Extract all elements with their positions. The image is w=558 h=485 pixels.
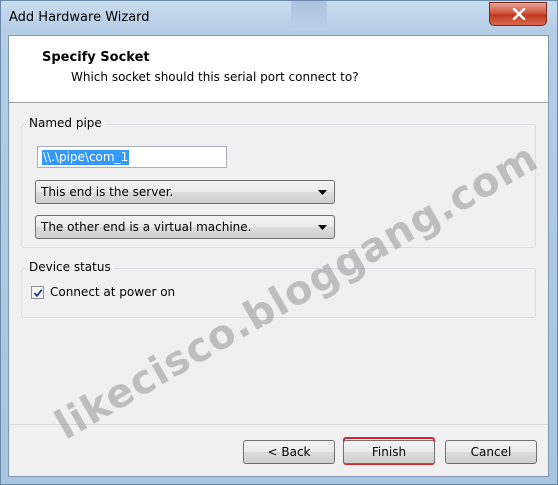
page-subtitle: Which socket should this serial port con… <box>71 70 359 84</box>
this-end-select[interactable]: This end is the server. <box>35 180 335 204</box>
footer-divider <box>9 424 548 425</box>
pipe-name-input[interactable]: \\.\pipe\com_1 <box>37 146 227 168</box>
finish-button[interactable]: Finish <box>343 440 435 464</box>
other-end-select-value: The other end is a virtual machine. <box>41 220 252 234</box>
title-bar[interactable]: Add Hardware Wizard <box>1 1 557 35</box>
dialog-body: Specify Socket Which socket should this … <box>8 35 549 477</box>
connect-at-power-on-label[interactable]: Connect at power on <box>50 285 175 299</box>
this-end-select-value: This end is the server. <box>41 185 174 199</box>
close-icon <box>512 8 526 20</box>
wizard-header: Specify Socket Which socket should this … <box>9 36 548 103</box>
back-button[interactable]: < Back <box>243 440 335 464</box>
pipe-name-value: \\.\pipe\com_1 <box>42 150 130 165</box>
device-status-group-label: Device status <box>26 260 114 274</box>
window-title: Add Hardware Wizard <box>9 10 150 25</box>
page-title: Specify Socket <box>42 50 150 65</box>
background-window-fragment <box>291 1 327 31</box>
named-pipe-group-label: Named pipe <box>26 116 105 130</box>
chevron-down-icon <box>318 225 327 230</box>
checkmark-icon <box>33 289 43 298</box>
cancel-button[interactable]: Cancel <box>445 440 537 464</box>
connect-at-power-on-checkbox[interactable] <box>31 286 44 299</box>
other-end-select[interactable]: The other end is a virtual machine. <box>35 215 335 239</box>
wizard-window: Add Hardware Wizard Specify Socket Which… <box>0 0 558 485</box>
close-button[interactable] <box>489 2 547 26</box>
chevron-down-icon <box>318 190 327 195</box>
